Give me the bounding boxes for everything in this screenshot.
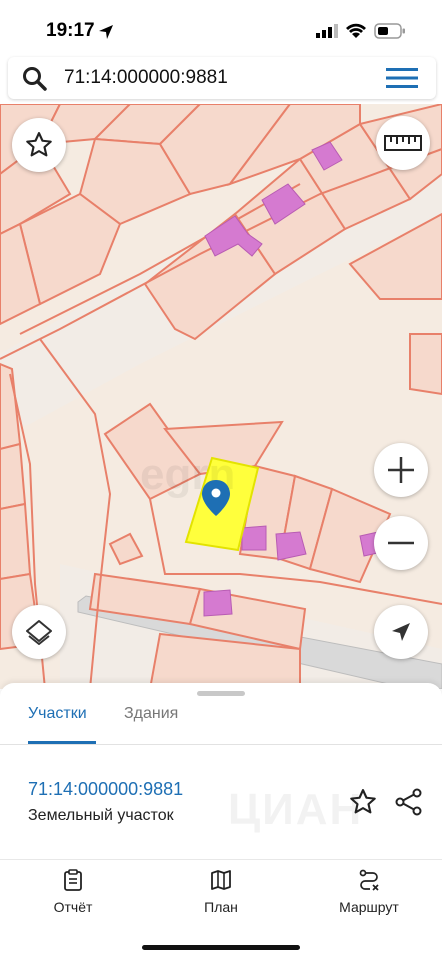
nav-report[interactable]: Отчёт <box>18 869 128 915</box>
locate-button[interactable] <box>374 605 428 659</box>
nav-plan-label: План <box>204 899 238 915</box>
parcel <box>0 442 27 511</box>
parcel-type: Земельный участок <box>28 807 174 824</box>
zoom-out-button[interactable] <box>374 516 428 570</box>
search-bar <box>8 57 436 99</box>
wifi-icon <box>346 23 366 38</box>
share-icon[interactable] <box>394 787 424 817</box>
navigation-arrow-icon <box>392 623 410 641</box>
nav-plan[interactable]: План <box>166 869 276 915</box>
building <box>241 525 267 551</box>
nav-route-label: Маршрут <box>339 899 399 915</box>
favorite-map-button[interactable] <box>12 118 66 172</box>
ruler-icon <box>384 135 422 151</box>
clipboard-icon <box>64 869 82 891</box>
building <box>203 589 233 617</box>
star-icon <box>26 132 52 157</box>
layers-icon <box>26 620 52 645</box>
layers-button[interactable] <box>12 605 66 659</box>
cadastral-map[interactable]: egrn <box>0 104 442 689</box>
star-icon[interactable] <box>348 787 378 817</box>
zoom-in-button[interactable] <box>374 443 428 497</box>
battery-icon <box>374 23 405 39</box>
divider <box>0 859 442 860</box>
home-indicator <box>142 945 300 950</box>
minus-icon <box>388 541 414 545</box>
status-time: 19:17 <box>46 20 95 41</box>
menu-icon[interactable] <box>386 67 418 89</box>
divider <box>0 744 442 745</box>
tabs: Участки Здания <box>0 701 442 744</box>
map[interactable]: egrn <box>0 104 442 689</box>
parcel <box>409 333 442 396</box>
bottom-sheet: Участки Здания ЦИАН 71:14:000000:9881 Зе… <box>0 683 442 960</box>
ruler-button[interactable] <box>376 116 430 170</box>
nav-report-label: Отчёт <box>53 899 93 915</box>
tab-parcels[interactable]: Участки <box>28 705 87 723</box>
parcel-number-link[interactable]: 71:14:000000:9881 <box>28 779 183 800</box>
status-bar: 19:17 <box>0 0 442 56</box>
bottom-nav: Отчёт План Маршрут <box>0 869 442 919</box>
sheet-handle[interactable] <box>197 691 245 696</box>
map-icon <box>211 870 231 890</box>
search-icon[interactable] <box>22 66 48 92</box>
signal-icon <box>316 24 338 38</box>
watermark: ЦИАН <box>228 785 364 834</box>
search-input[interactable] <box>64 65 364 91</box>
parcel <box>108 532 144 566</box>
plus-icon <box>388 457 414 483</box>
tab-buildings[interactable]: Здания <box>124 705 178 723</box>
parcel <box>0 502 32 581</box>
location-arrow-icon <box>99 25 113 39</box>
nav-route[interactable]: Маршрут <box>314 869 424 915</box>
route-icon <box>359 869 379 891</box>
